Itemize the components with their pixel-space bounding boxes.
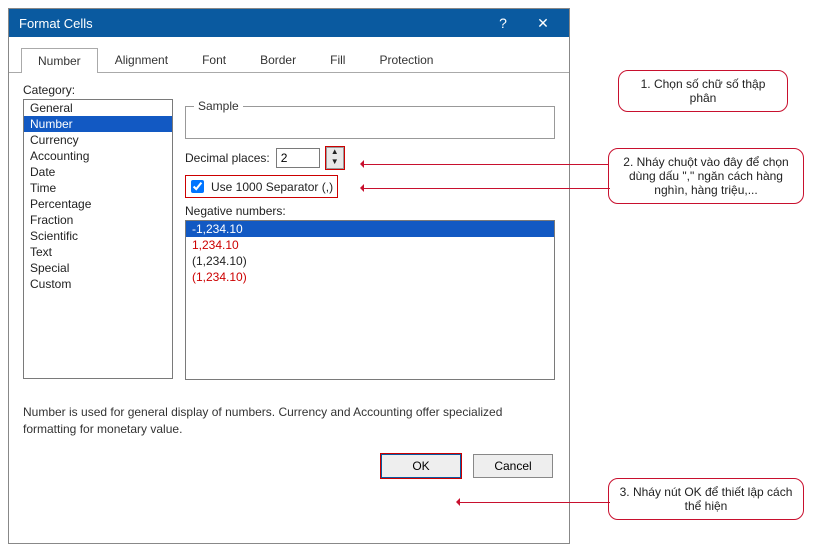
- decimal-input[interactable]: [276, 148, 320, 168]
- cat-scientific[interactable]: Scientific: [24, 228, 172, 244]
- tab-strip: Number Alignment Font Border Fill Protec…: [9, 43, 569, 73]
- help-button[interactable]: ?: [483, 15, 523, 31]
- sample-group: Sample: [185, 99, 555, 139]
- negative-label: Negative numbers:: [185, 204, 555, 218]
- cat-time[interactable]: Time: [24, 180, 172, 196]
- neg-item-2[interactable]: (1,234.10): [186, 253, 554, 269]
- tab-number[interactable]: Number: [21, 48, 98, 73]
- cat-custom[interactable]: Custom: [24, 276, 172, 292]
- tab-fill[interactable]: Fill: [313, 47, 362, 72]
- spinner-down-icon[interactable]: ▼: [327, 158, 343, 168]
- cat-text[interactable]: Text: [24, 244, 172, 260]
- decimal-label: Decimal places:: [185, 151, 270, 165]
- cat-fraction[interactable]: Fraction: [24, 212, 172, 228]
- arrow-2: [362, 188, 610, 189]
- separator-label: Use 1000 Separator (,): [211, 180, 333, 194]
- ok-button[interactable]: OK: [381, 454, 461, 478]
- cat-number[interactable]: Number: [24, 116, 172, 132]
- right-column: Sample Decimal places: ▲ ▼ Use 1000 Sepa…: [185, 99, 555, 380]
- decimal-row: Decimal places: ▲ ▼: [185, 147, 555, 169]
- cat-date[interactable]: Date: [24, 164, 172, 180]
- neg-item-0[interactable]: -1,234.10: [186, 221, 554, 237]
- tab-font[interactable]: Font: [185, 47, 243, 72]
- neg-item-3[interactable]: (1,234.10): [186, 269, 554, 285]
- separator-checkbox-wrap[interactable]: Use 1000 Separator (,): [185, 175, 338, 198]
- format-cells-dialog: Format Cells ? ✕ Number Alignment Font B…: [8, 8, 570, 544]
- close-button[interactable]: ✕: [523, 15, 563, 32]
- dialog-title: Format Cells: [19, 16, 483, 31]
- separator-row: Use 1000 Separator (,): [185, 175, 555, 198]
- button-row: OK Cancel: [9, 446, 569, 490]
- callout-2: 2. Nháy chuột vào đây để chọn dùng dấu "…: [608, 148, 804, 204]
- decimal-spinner[interactable]: ▲ ▼: [326, 147, 344, 169]
- negative-list[interactable]: -1,234.10 1,234.10 (1,234.10) (1,234.10): [185, 220, 555, 380]
- cat-percentage[interactable]: Percentage: [24, 196, 172, 212]
- sample-label: Sample: [194, 99, 243, 113]
- cat-accounting[interactable]: Accounting: [24, 148, 172, 164]
- tab-border[interactable]: Border: [243, 47, 313, 72]
- cat-currency[interactable]: Currency: [24, 132, 172, 148]
- category-list[interactable]: General Number Currency Accounting Date …: [23, 99, 173, 379]
- tab-protection[interactable]: Protection: [362, 47, 450, 72]
- tab-alignment[interactable]: Alignment: [98, 47, 185, 72]
- arrow-1: [362, 164, 620, 165]
- arrow-3: [458, 502, 610, 503]
- dialog-body: Category: General Number Currency Accoun…: [9, 73, 569, 446]
- neg-item-1[interactable]: 1,234.10: [186, 237, 554, 253]
- cat-general[interactable]: General: [24, 100, 172, 116]
- cat-special[interactable]: Special: [24, 260, 172, 276]
- cancel-button[interactable]: Cancel: [473, 454, 553, 478]
- callout-1: 1. Chọn số chữ số thập phân: [618, 70, 788, 112]
- description-text: Number is used for general display of nu…: [23, 404, 543, 438]
- separator-checkbox[interactable]: [191, 180, 204, 193]
- callout-3: 3. Nháy nút OK để thiết lập cách thể hiệ…: [608, 478, 804, 520]
- category-label: Category:: [23, 83, 555, 97]
- titlebar: Format Cells ? ✕: [9, 9, 569, 37]
